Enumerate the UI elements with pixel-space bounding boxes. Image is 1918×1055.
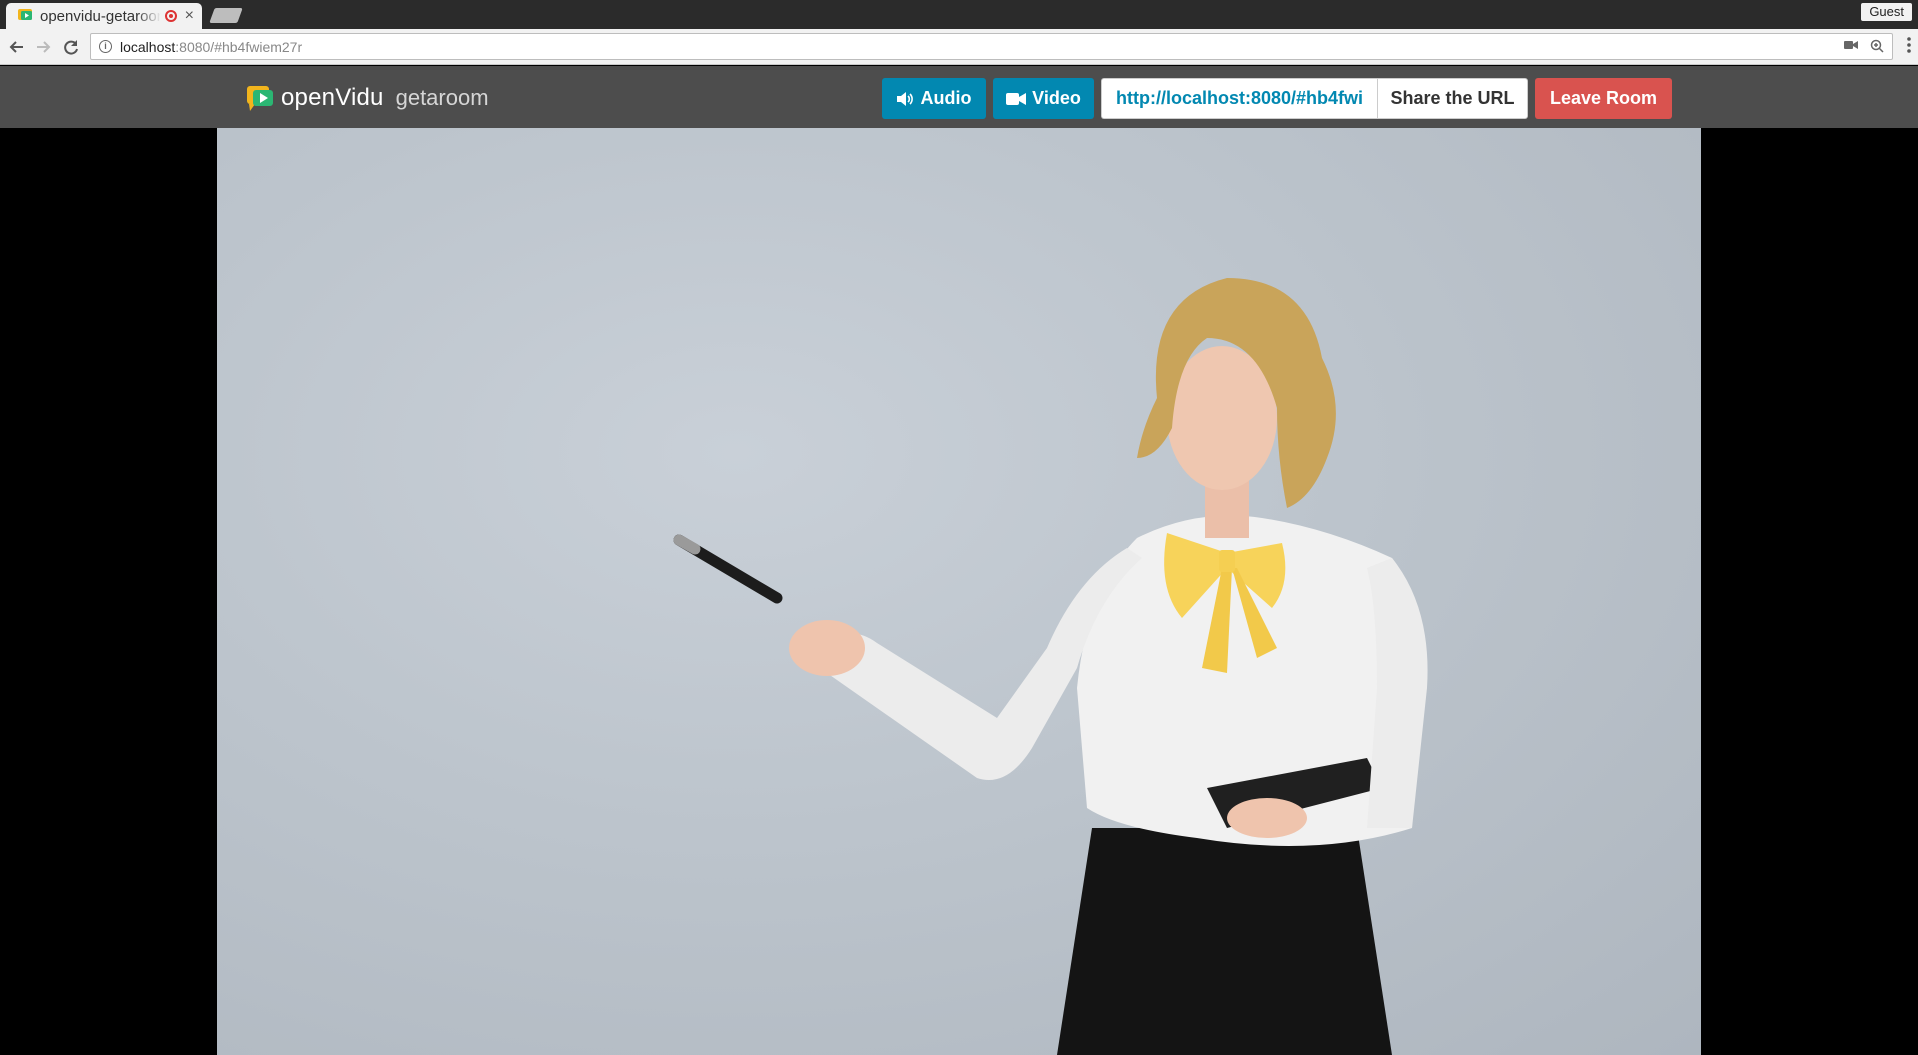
back-arrow-icon[interactable]	[6, 36, 28, 58]
brand-subtitle: getaroom	[395, 85, 489, 110]
profile-guest-button[interactable]: Guest	[1861, 3, 1912, 21]
tab-close-icon[interactable]: ×	[185, 8, 194, 24]
share-url-group: Share the URL	[1101, 78, 1528, 119]
browser-tab-strip: openvidu-getaroom × Guest	[0, 0, 1918, 29]
camera-icon[interactable]	[1844, 39, 1858, 56]
video-label: Video	[1032, 88, 1081, 108]
zoom-icon[interactable]	[1870, 39, 1884, 56]
site-info-icon[interactable]: i	[99, 40, 112, 53]
presenter-video-frame	[673, 278, 1428, 1055]
new-tab-button[interactable]	[209, 8, 243, 23]
share-url-button[interactable]: Share the URL	[1377, 78, 1528, 119]
forward-arrow-icon[interactable]	[32, 36, 54, 58]
app-navbar: openVidu getaroom Audio Video Share the …	[0, 66, 1918, 128]
leave-room-button[interactable]: Leave Room	[1535, 78, 1672, 119]
video-toggle-button[interactable]: Video	[993, 78, 1094, 119]
recording-indicator-icon	[164, 10, 177, 22]
brand[interactable]: openVidu getaroom	[247, 84, 489, 112]
main-video-stream[interactable]	[217, 128, 1701, 1055]
audio-label: Audio	[920, 88, 972, 108]
reload-icon[interactable]	[60, 36, 82, 58]
brand-name: openVidu	[281, 84, 384, 111]
browser-toolbar: i localhost:8080/#hb4fwiem27r	[0, 29, 1918, 65]
video-stage	[0, 128, 1918, 1055]
tab-title: openvidu-getaroom	[40, 7, 161, 25]
room-url-input[interactable]	[1101, 78, 1377, 119]
audio-toggle-button[interactable]: Audio	[882, 78, 986, 119]
url-host: localhost	[120, 38, 176, 55]
openvidu-favicon-icon	[18, 8, 34, 24]
address-bar[interactable]: i localhost:8080/#hb4fwiem27r	[90, 33, 1893, 60]
volume-icon	[896, 91, 915, 107]
browser-menu-icon[interactable]	[1906, 36, 1912, 59]
url-path: :8080/#hb4fwiem27r	[175, 38, 303, 55]
video-camera-icon	[1006, 92, 1027, 106]
browser-tab[interactable]: openvidu-getaroom ×	[6, 3, 202, 29]
openvidu-logo-icon	[247, 84, 275, 112]
